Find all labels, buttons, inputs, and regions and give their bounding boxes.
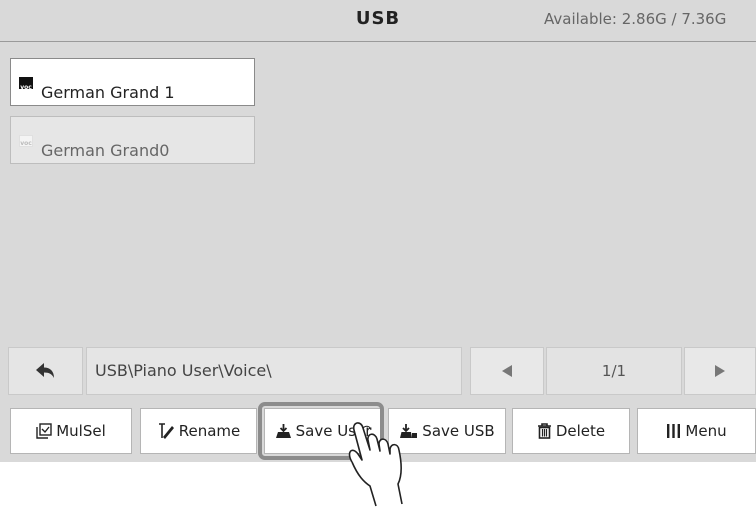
back-arrow-icon [35, 363, 54, 378]
file-name: German Grand0 [41, 141, 170, 160]
hand-pointer-icon [348, 422, 403, 507]
storage-available-label: Available: 2.86G / 7.36G [544, 10, 727, 28]
mulsel-button[interactable]: MulSel [10, 408, 132, 454]
page-indicator: 1/1 [546, 347, 682, 395]
next-page-button[interactable] [684, 347, 756, 395]
file-item-german-grand-1[interactable]: voc German Grand 1 [10, 58, 255, 106]
menu-button[interactable]: Menu [637, 408, 756, 454]
multi-select-icon [36, 423, 52, 439]
rename-label: Rename [178, 422, 241, 440]
save-user-icon [275, 423, 292, 439]
mulsel-label: MulSel [56, 422, 106, 440]
path-display: USB\Piano User\Voice\ [86, 347, 462, 395]
voc-file-icon: voc [19, 135, 33, 147]
save-usb-label: Save USB [422, 422, 495, 440]
usb-file-browser: USB Available: 2.86G / 7.36G voc German … [0, 0, 756, 462]
trash-icon [537, 423, 552, 439]
delete-button[interactable]: Delete [512, 408, 630, 454]
header-bar: USB Available: 2.86G / 7.36G [0, 0, 756, 42]
menu-label: Menu [685, 422, 727, 440]
file-name: German Grand 1 [41, 83, 175, 102]
file-item-german-grand0[interactable]: voc German Grand0 [10, 116, 255, 164]
prev-page-button[interactable] [470, 347, 544, 395]
triangle-left-icon [502, 365, 512, 377]
rename-button[interactable]: Rename [140, 408, 257, 454]
delete-label: Delete [555, 422, 606, 440]
triangle-right-icon [715, 365, 725, 377]
menu-bars-icon [666, 423, 681, 439]
back-button[interactable] [8, 347, 83, 395]
voc-file-icon: voc [19, 77, 33, 91]
rename-pen-icon [157, 423, 175, 439]
